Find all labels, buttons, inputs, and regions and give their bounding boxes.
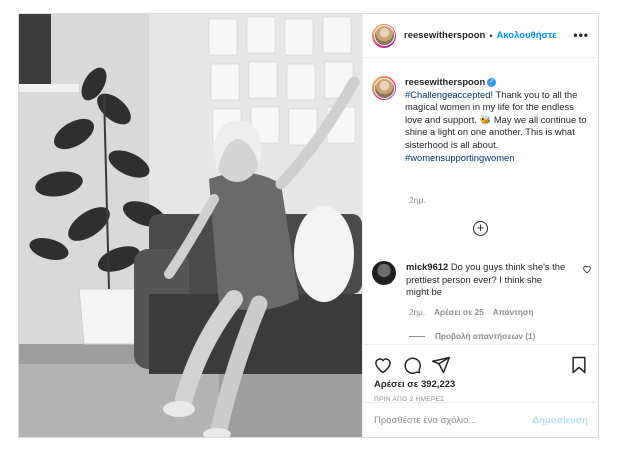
commenter-username[interactable]: mick9612 [406, 261, 448, 272]
add-comment-bar: Προσθέστε ένα σχόλιο... Δημοσίευση [363, 402, 599, 437]
comment-item: mick9612 Do you guys think she's the pre… [372, 261, 592, 299]
comment-bubble-icon[interactable] [402, 355, 422, 375]
comment-input[interactable]: Προσθέστε ένα σχόλιο... [374, 415, 532, 426]
post-side-panel: reesewitherspoon • Ακολουθήστε ••• reese… [362, 14, 599, 437]
caption-author-avatar[interactable] [372, 76, 396, 100]
post-photo[interactable] [19, 14, 362, 437]
caption-timestamp[interactable]: 2ημ. [409, 195, 426, 205]
post-comment-button[interactable]: Δημοσίευση [532, 415, 588, 426]
photo-illustration [19, 14, 362, 437]
author-avatar[interactable] [372, 23, 396, 48]
caption-text: reesewitherspoon ✓ #Challengeaccepted! Th… [405, 76, 590, 164]
replies-divider [409, 336, 425, 337]
follow-button[interactable]: Ακολουθήστε [496, 30, 556, 41]
more-options-icon[interactable]: ••• [573, 28, 589, 42]
like-heart-icon[interactable] [373, 355, 393, 375]
commenter-avatar[interactable] [372, 261, 396, 285]
caption-username[interactable]: reesewitherspoon [405, 76, 485, 87]
comment-timestamp[interactable]: 2ημ. [409, 308, 425, 317]
post-header: reesewitherspoon • Ακολουθήστε ••• [363, 14, 599, 58]
comment-like-icon[interactable] [582, 264, 592, 274]
author-username[interactable]: reesewitherspoon [404, 30, 485, 41]
bee-emoji: 🐝 [479, 113, 492, 125]
instagram-post-modal: reesewitherspoon • Ακολουθήστε ••• reese… [18, 13, 599, 438]
comment-likes[interactable]: Αρέσει σε 25 [434, 308, 484, 317]
verified-badge-icon: ✓ [487, 78, 497, 88]
comment-meta: 2ημ. Αρέσει σε 25 Απάντηση [409, 308, 534, 317]
save-bookmark-icon[interactable] [569, 355, 589, 375]
view-replies-label: Προβολή απαντήσεων (1) [435, 332, 536, 341]
share-paper-plane-icon[interactable] [431, 355, 451, 375]
reply-button[interactable]: Απάντηση [493, 308, 534, 317]
hashtag-link[interactable]: #womensupportingwomen [405, 152, 514, 163]
view-replies-button[interactable]: Προβολή απαντήσεων (1) [409, 332, 535, 341]
load-more-comments-icon[interactable]: + [473, 221, 488, 236]
post-caption: reesewitherspoon ✓ #Challengeaccepted! Th… [372, 76, 592, 164]
separator-dot: • [489, 30, 493, 41]
hashtag-link[interactable]: #Challengeaccepted [405, 89, 490, 100]
post-likes-count[interactable]: Αρέσει σε 392,223 [374, 379, 455, 390]
comment-text: mick9612 Do you guys think she's the pre… [406, 261, 566, 299]
